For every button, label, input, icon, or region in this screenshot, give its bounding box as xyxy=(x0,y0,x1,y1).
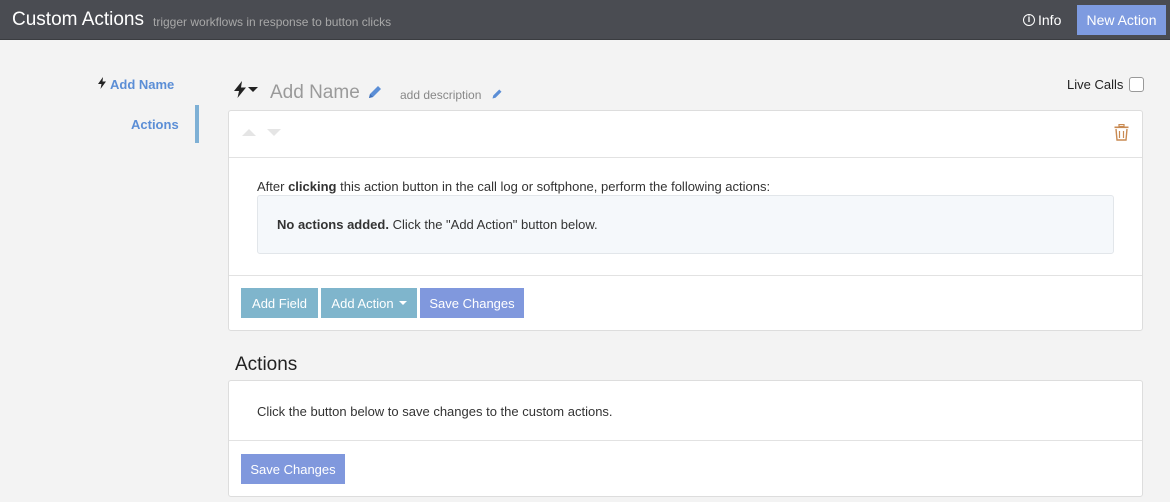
live-calls-toggle: Live Calls xyxy=(1067,77,1145,92)
info-icon: i xyxy=(1023,14,1035,26)
divider xyxy=(229,157,1142,158)
new-action-button[interactable]: New Action xyxy=(1077,5,1166,35)
bolt-icon xyxy=(98,77,106,92)
bolt-icon xyxy=(234,81,246,98)
actions-section-title: Actions xyxy=(235,354,298,375)
empty-notice-bold: No actions added. xyxy=(277,217,389,232)
info-label: Info xyxy=(1038,12,1062,28)
live-calls-label: Live Calls xyxy=(1067,77,1124,92)
live-calls-checkbox[interactable] xyxy=(1129,77,1145,92)
action-description: add description xyxy=(400,88,482,102)
instruction-text: After clicking this action button in the… xyxy=(257,179,770,194)
page-subtitle: trigger workflows in response to button … xyxy=(153,15,392,29)
empty-actions-notice: No actions added. Click the "Add Action"… xyxy=(257,195,1114,254)
save-changes-button[interactable]: Save Changes xyxy=(420,288,524,318)
sidebar-item-actions[interactable]: Actions xyxy=(131,117,179,132)
divider xyxy=(229,275,1142,276)
sidebar-item-label: Actions xyxy=(131,117,179,132)
instruction-prefix: After xyxy=(257,179,289,194)
move-down-icon[interactable] xyxy=(267,129,281,136)
add-action-label: Add Action xyxy=(331,295,394,311)
divider xyxy=(229,440,1142,441)
move-up-icon[interactable] xyxy=(242,129,256,136)
empty-notice-text: Click the "Add Action" button below. xyxy=(388,217,598,232)
add-field-button[interactable]: Add Field xyxy=(241,288,318,318)
page-title: Custom Actions xyxy=(12,9,144,30)
action-config-panel: After clicking this action button in the… xyxy=(228,110,1143,331)
chevron-down-icon xyxy=(398,301,407,305)
trash-icon[interactable] xyxy=(1114,123,1129,144)
info-button[interactable]: i Info xyxy=(1023,12,1061,28)
add-action-dropdown-button[interactable]: Add Action xyxy=(321,288,417,318)
save-all-changes-button[interactable]: Save Changes xyxy=(241,454,345,484)
sidebar-item-label: Add Name xyxy=(110,77,175,92)
top-bar: Custom Actions trigger workflows in resp… xyxy=(0,0,1170,40)
instruction-suffix: this action button in the call log or so… xyxy=(336,179,771,194)
actions-save-panel: Click the button below to save changes t… xyxy=(228,380,1143,497)
sidebar-active-indicator xyxy=(195,105,199,143)
sidebar-item-add-name[interactable]: Add Name xyxy=(98,77,174,92)
save-instruction-text: Click the button below to save changes t… xyxy=(257,404,613,419)
edit-description-icon[interactable] xyxy=(491,88,503,103)
instruction-bold: clicking xyxy=(288,179,337,194)
chevron-down-icon xyxy=(248,87,258,92)
icon-picker-dropdown[interactable] xyxy=(234,81,258,98)
edit-name-icon[interactable] xyxy=(367,84,383,103)
action-name-title: Add Name xyxy=(270,82,360,103)
